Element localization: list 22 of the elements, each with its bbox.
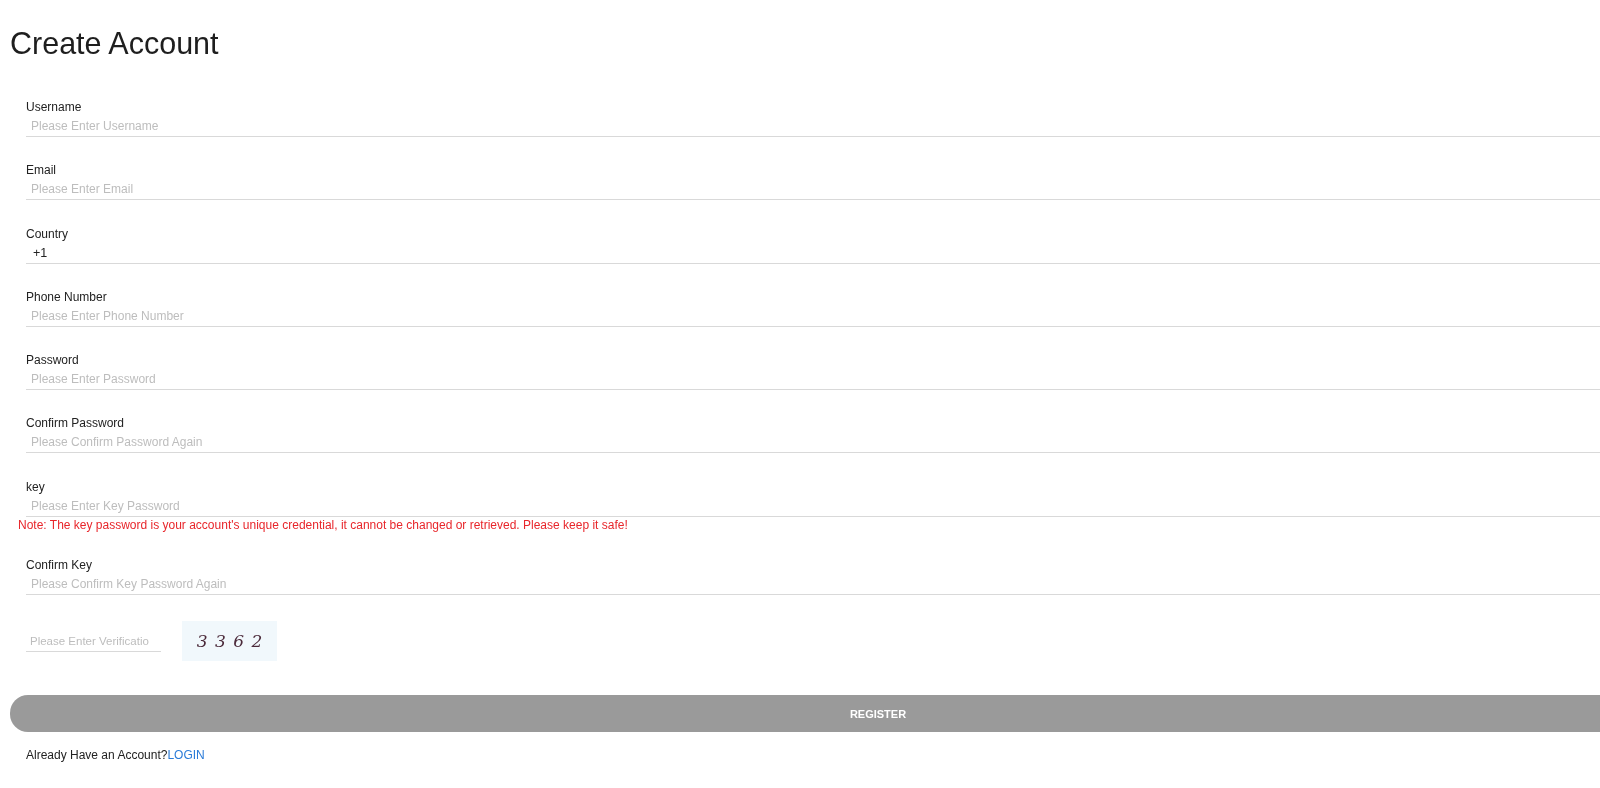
text-field[interactable]: Please Enter Username — [26, 116, 1600, 137]
text-field[interactable]: Please Enter Email — [26, 179, 1600, 201]
page-title: Create Account — [10, 26, 219, 60]
text-field[interactable]: Please Enter Phone Number — [26, 305, 1600, 327]
login-link[interactable]: LOGIN — [167, 748, 205, 763]
field-label: Password — [26, 353, 79, 368]
field-label: Phone Number — [26, 289, 107, 304]
field-label: Confirm Key — [26, 557, 93, 572]
field-label: key — [26, 479, 45, 494]
verification-field[interactable]: Please Enter Verificatio — [26, 630, 161, 652]
field-label: Confirm Password — [26, 416, 125, 431]
field-label: Username — [26, 100, 82, 114]
field-label: Email — [26, 163, 56, 178]
text-field[interactable]: Please Enter Password — [26, 369, 1600, 391]
captcha-image[interactable]: 3 3 6 2 — [182, 621, 277, 662]
warning-note: Note: The key password is your account's unique credential, it cannot be changed or retrieved. Please keep it safe! — [18, 517, 628, 532]
field-label: Country — [26, 226, 69, 241]
text-field[interactable]: Please Confirm Password Again — [26, 432, 1600, 454]
select-field[interactable]: +1 — [26, 242, 1600, 264]
login-prompt: Already Have an Account?LOGIN — [26, 748, 205, 763]
text-field[interactable]: Please Enter Key Password — [26, 495, 1600, 517]
text-field[interactable]: Please Confirm Key Password Again — [26, 573, 1600, 595]
